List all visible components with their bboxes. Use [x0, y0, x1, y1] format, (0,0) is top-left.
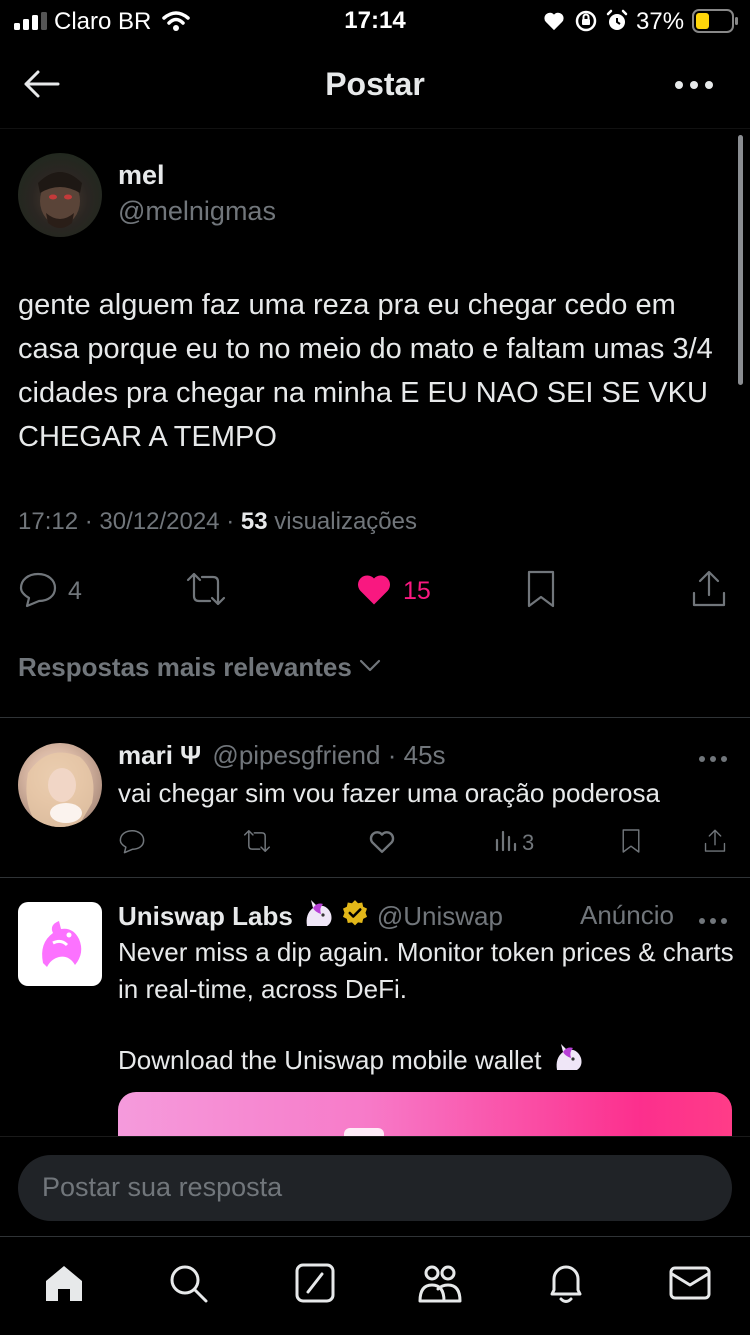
- views-count[interactable]: 53: [241, 508, 268, 535]
- comment-icon: [18, 570, 58, 613]
- heart-filled-icon: [355, 572, 393, 611]
- bookmark-icon: [524, 569, 558, 614]
- ad-header: Uniswap Labs @Uniswap: [118, 898, 503, 935]
- reply-input[interactable]: Postar sua resposta: [18, 1155, 732, 1221]
- verified-gold-icon: [341, 899, 369, 934]
- reply-like-button[interactable]: [368, 830, 396, 859]
- nav-home[interactable]: [38, 1259, 90, 1311]
- communities-icon: [416, 1261, 464, 1310]
- post-date: 30/12/2024: [99, 508, 220, 535]
- grok-icon: [294, 1262, 336, 1309]
- nav-search[interactable]: [162, 1259, 214, 1311]
- reply-repost-button[interactable]: [242, 828, 272, 859]
- reply-reply-button[interactable]: [118, 828, 146, 859]
- like-button[interactable]: 15: [355, 569, 431, 613]
- uniswap-logo[interactable]: [18, 902, 102, 986]
- reply-bookmark-button[interactable]: [620, 828, 642, 859]
- more-options-button[interactable]: [668, 66, 720, 106]
- ad-cta-text: Download the Uniswap mobile wallet: [118, 1045, 542, 1075]
- views-label[interactable]: visualizações: [274, 508, 417, 535]
- reply-text: vai chegar sim vou fazer uma oração pode…: [118, 778, 660, 808]
- reply-age: 45s: [403, 740, 446, 770]
- nav-messages[interactable]: [664, 1259, 716, 1311]
- top-nav: Postar: [0, 44, 750, 129]
- author-name[interactable]: mel: [118, 160, 165, 191]
- bookmark-icon: [620, 829, 642, 858]
- scroll-indicator[interactable]: [738, 135, 743, 385]
- battery-percent: 37%: [636, 8, 685, 35]
- author-handle[interactable]: @melnigmas: [118, 196, 276, 227]
- sort-label: Respostas mais relevantes: [18, 652, 352, 682]
- like-count: 15: [403, 576, 431, 605]
- ad-author-name[interactable]: Uniswap Labs: [118, 901, 293, 932]
- heart-status-icon: [543, 11, 565, 36]
- promoted-post[interactable]: Uniswap Labs @Uniswap Anúncio Never miss…: [0, 878, 750, 1136]
- ad-text: Never miss a dip again. Monitor token pr…: [118, 937, 734, 1004]
- unicorn-icon: [551, 1042, 585, 1079]
- status-bar: Claro BR 17:14 37%: [0, 0, 750, 44]
- reply-item[interactable]: mari Ψ @pipesgfriend · 45s vai chegar si…: [0, 718, 750, 876]
- ad-cta-line: Download the Uniswap mobile wallet: [118, 1042, 585, 1079]
- post-action-bar: 4 15: [0, 565, 750, 617]
- separator-dot: ·: [387, 740, 397, 770]
- more-icon: [674, 77, 714, 95]
- share-icon: [690, 569, 728, 614]
- reply-button[interactable]: 4: [18, 569, 82, 613]
- reply-header: mari Ψ @pipesgfriend · 45s: [118, 740, 446, 771]
- rotation-lock-icon: [574, 9, 598, 38]
- separator-dot: ·: [84, 508, 100, 535]
- composer-bar: Postar sua resposta: [0, 1136, 750, 1237]
- nav-communities[interactable]: [414, 1259, 466, 1311]
- reply-input-placeholder: Postar sua resposta: [42, 1172, 283, 1202]
- media-badge: [344, 1128, 384, 1136]
- more-icon: [698, 912, 728, 929]
- ad-media-card[interactable]: [118, 1092, 732, 1136]
- comment-icon: [118, 829, 146, 858]
- ad-label: Anúncio: [580, 900, 674, 930]
- reply-sort-dropdown[interactable]: Respostas mais relevantes: [18, 652, 382, 683]
- author-avatar[interactable]: [18, 153, 102, 237]
- ad-author-handle[interactable]: @Uniswap: [377, 901, 503, 932]
- bottom-nav: [0, 1236, 750, 1335]
- reply-share-button[interactable]: [703, 828, 727, 859]
- chevron-down-icon: [358, 657, 382, 678]
- reply-views-count: 3: [522, 829, 535, 855]
- repost-icon: [242, 830, 272, 858]
- mail-icon: [668, 1264, 712, 1307]
- nav-notifications[interactable]: [540, 1259, 592, 1311]
- share-icon: [703, 829, 727, 858]
- post-text: gente alguem faz uma reza pra eu chegar …: [18, 289, 713, 453]
- bookmark-button[interactable]: [524, 569, 558, 613]
- alarm-icon: [605, 9, 629, 38]
- search-icon: [166, 1261, 210, 1310]
- ad-more-button[interactable]: [698, 912, 728, 930]
- reply-more-button[interactable]: [698, 750, 728, 768]
- post-meta: 17:12 · 30/12/2024 · 53 visualizações: [18, 508, 417, 536]
- post-time: 17:12: [18, 508, 79, 535]
- reply-author-handle[interactable]: @pipesgfriend: [212, 740, 380, 770]
- analytics-icon: [494, 828, 518, 857]
- battery-icon: [692, 9, 740, 38]
- reply-avatar[interactable]: [18, 743, 102, 827]
- reply-count: 4: [68, 576, 82, 605]
- nav-grok[interactable]: [289, 1259, 341, 1311]
- share-button[interactable]: [690, 569, 728, 613]
- reply-views-button[interactable]: 3: [494, 828, 534, 857]
- heart-icon: [368, 831, 396, 858]
- repost-button[interactable]: [184, 569, 228, 613]
- more-icon: [698, 750, 728, 767]
- unicorn-icon: [301, 898, 335, 935]
- bell-icon: [545, 1260, 587, 1311]
- reply-author-name[interactable]: mari Ψ: [118, 740, 201, 770]
- page-title: Postar: [325, 66, 425, 102]
- separator-dot: ·: [226, 508, 241, 535]
- repost-icon: [184, 570, 228, 613]
- home-icon: [42, 1261, 86, 1310]
